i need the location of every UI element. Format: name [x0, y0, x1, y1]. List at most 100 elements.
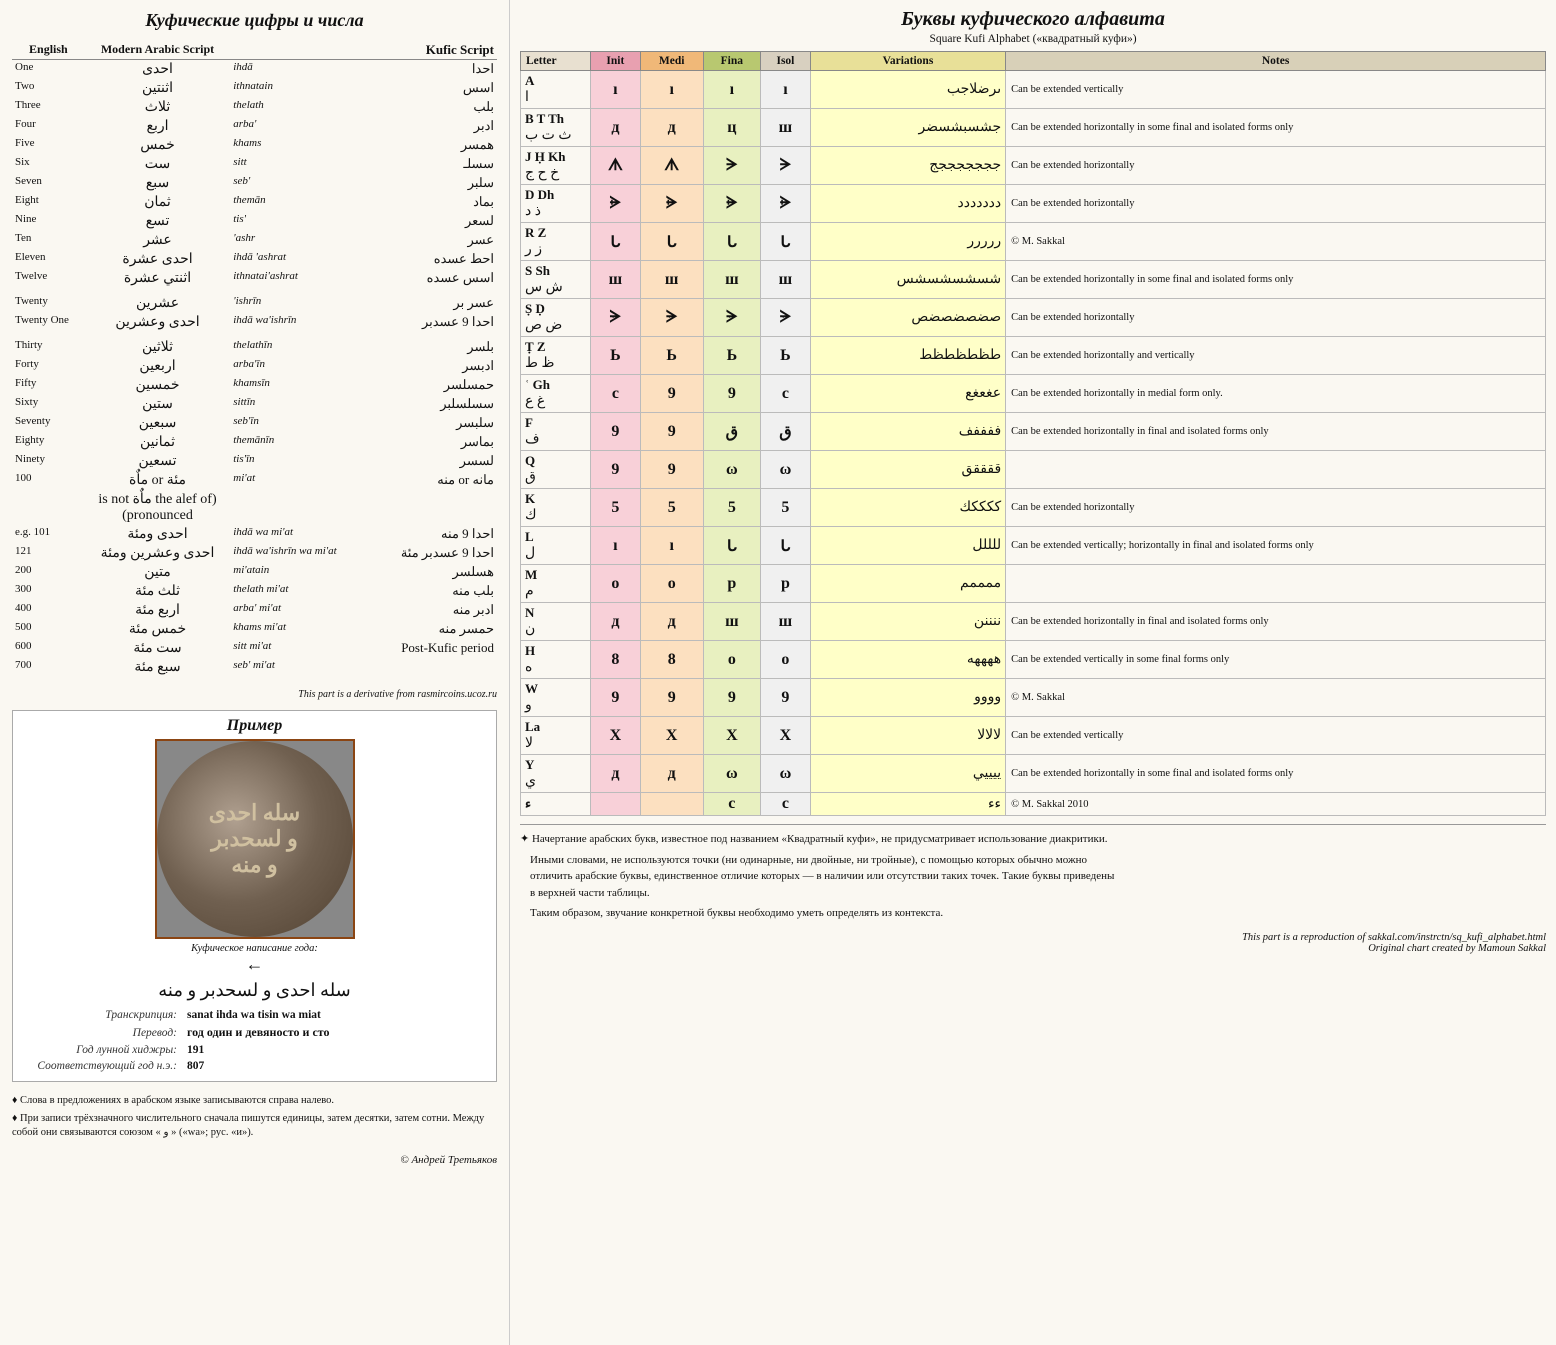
- number-kufic: احدا 9 عسدبر مئة: [352, 544, 498, 563]
- isol-cell: 9: [761, 679, 811, 717]
- letter-main: K: [525, 491, 535, 506]
- number-translit: thelath: [230, 98, 351, 117]
- number-row: Five خمس khams همسر: [12, 136, 497, 155]
- letter-cell: Aا: [521, 71, 591, 109]
- number-arabic: احدى: [85, 60, 231, 80]
- notes-cell: Can be extended horizontally in final an…: [1006, 603, 1546, 641]
- notes-cell: Can be extended horizontally: [1006, 185, 1546, 223]
- number-arabic: اثنتي عشرة: [85, 269, 231, 288]
- eg-kufic: احدا 9 منه: [352, 525, 498, 544]
- letter-arabic: ش س: [525, 279, 586, 296]
- number-arabic: اربعين: [85, 357, 231, 376]
- number-english: Eight: [12, 193, 85, 212]
- fina-cell: ı: [703, 71, 760, 109]
- number-row: 100 مئة or ماٌة mi'at مانه or منه: [12, 471, 497, 490]
- number-row: Nine تسع tis' لسعر: [12, 212, 497, 231]
- isol-cell: ᒐ: [761, 527, 811, 565]
- number-english: One: [12, 60, 85, 80]
- number-kufic: بلب: [352, 98, 498, 117]
- notes-cell: Can be extended horizontally: [1006, 147, 1546, 185]
- number-kufic: Post-Kufic period: [352, 639, 498, 658]
- notes-cell: Can be extended horizontally and vertica…: [1006, 337, 1546, 375]
- number-translit: ithnatai'ashrat: [230, 269, 351, 288]
- right-copyright: This part is a reproduction of sakkal.co…: [520, 932, 1546, 954]
- letter-cell: Yي: [521, 755, 591, 793]
- number-english: Ten: [12, 231, 85, 250]
- number-row: Sixty ستين sittīn سسلسلبر: [12, 395, 497, 414]
- letter-arabic: ث ت ب: [525, 127, 586, 144]
- fina-cell: ᒐ: [703, 223, 760, 261]
- number-row: Seventy سبعين seb'īn سلبسر: [12, 414, 497, 433]
- letter-main: B T Th: [525, 111, 564, 126]
- letter-arabic: ق: [525, 469, 586, 486]
- number-english: Three: [12, 98, 85, 117]
- number-kufic: بلب منه: [352, 582, 498, 601]
- var-cell: ههههه: [810, 641, 1005, 679]
- number-translit: arba': [230, 117, 351, 136]
- alpha-row: Nن д д ш ш ننننن Can be extended horizon…: [521, 603, 1546, 641]
- isol-cell: ш: [761, 603, 811, 641]
- fina-cell: Ь: [703, 337, 760, 375]
- notes-cell: © M. Sakkal: [1006, 223, 1546, 261]
- notes-cell: © M. Sakkal 2010: [1006, 793, 1546, 816]
- var-cell: طظطظطظط: [810, 337, 1005, 375]
- alpha-row: ʿ Ghغ ع с 9 9 с عغعغع Can be extended ho…: [521, 375, 1546, 413]
- fina-cell: ق: [703, 413, 760, 451]
- letter-arabic: ذ د: [525, 203, 586, 220]
- number-kufic: سسلسلبر: [352, 395, 498, 414]
- medi-cell: ш: [640, 261, 703, 299]
- number-english: Four: [12, 117, 85, 136]
- letter-arabic: خ ح ج: [525, 165, 586, 182]
- number-kufic: ادبر منه: [352, 601, 498, 620]
- eg-arabic: احدى ومئة: [85, 525, 231, 544]
- letter-arabic: ي: [525, 773, 586, 790]
- medi-cell: д: [640, 603, 703, 641]
- var-cell: جججججججج: [810, 147, 1005, 185]
- letter-main: ء: [525, 796, 531, 811]
- right-footnote-3: Таким образом, звучание конкретной буквы…: [530, 905, 1546, 922]
- letter-arabic: ن: [525, 621, 586, 638]
- medi-cell: 5: [640, 489, 703, 527]
- number-english: 100: [12, 471, 85, 490]
- letter-cell: Ṣ Ḍض ص: [521, 299, 591, 337]
- medi-cell: о: [640, 565, 703, 603]
- var-cell: لالالا: [810, 717, 1005, 755]
- number-translit: sitt mi'at: [230, 639, 351, 658]
- init-cell: с: [591, 375, 641, 413]
- number-translit: arba' mi'at: [230, 601, 351, 620]
- number-row: Three ثلاث thelath بلب: [12, 98, 497, 117]
- fina-cell: ц: [703, 109, 760, 147]
- number-row: Twelve اثنتي عشرة ithnatai'ashrat اسس عس…: [12, 269, 497, 288]
- var-cell: للللل: [810, 527, 1005, 565]
- number-kufic: سلبر: [352, 174, 498, 193]
- coin-image: سله احدی و لسحدبر و منه: [155, 739, 355, 939]
- isol-cell: ı: [761, 71, 811, 109]
- example-section: Пример سله احدی و لسحدبر و منه Куфическо…: [12, 710, 497, 1082]
- number-translit: seb' mi'at: [230, 658, 351, 677]
- letter-arabic: غ ع: [525, 393, 586, 410]
- letter-cell: S Shش س: [521, 261, 591, 299]
- isol-cell: ᗒ: [761, 147, 811, 185]
- isol-cell: с: [761, 375, 811, 413]
- number-arabic: اربع: [85, 117, 231, 136]
- letter-cell: R Zز ر: [521, 223, 591, 261]
- letter-main: Ṣ Ḍ: [525, 301, 545, 316]
- number-translit: mi'atain: [230, 563, 351, 582]
- number-arabic: سبع مئة: [85, 658, 231, 677]
- isol-cell: р: [761, 565, 811, 603]
- init-cell: Ь: [591, 337, 641, 375]
- number-arabic: ثلث مئة: [85, 582, 231, 601]
- number-translit: themānīn: [230, 433, 351, 452]
- number-english: Forty: [12, 357, 85, 376]
- number-translit: ihdā wa'ishrīn wa mi'at: [230, 544, 351, 563]
- number-english: Eleven: [12, 250, 85, 269]
- number-arabic: عشرين: [85, 294, 231, 313]
- medi-cell: 9: [640, 679, 703, 717]
- lunar-label: Год лунной хиджры:: [21, 1043, 181, 1057]
- left-copyright: © Андрей Третьяков: [12, 1154, 497, 1166]
- letter-arabic: ز ر: [525, 241, 586, 258]
- medi-cell: ᗑ: [640, 147, 703, 185]
- number-row: Eleven احدى عشرة ihdā 'ashrat احط عسده: [12, 250, 497, 269]
- number-translit: ihdā wa'ishrīn: [230, 313, 351, 332]
- fina-cell: с: [703, 793, 760, 816]
